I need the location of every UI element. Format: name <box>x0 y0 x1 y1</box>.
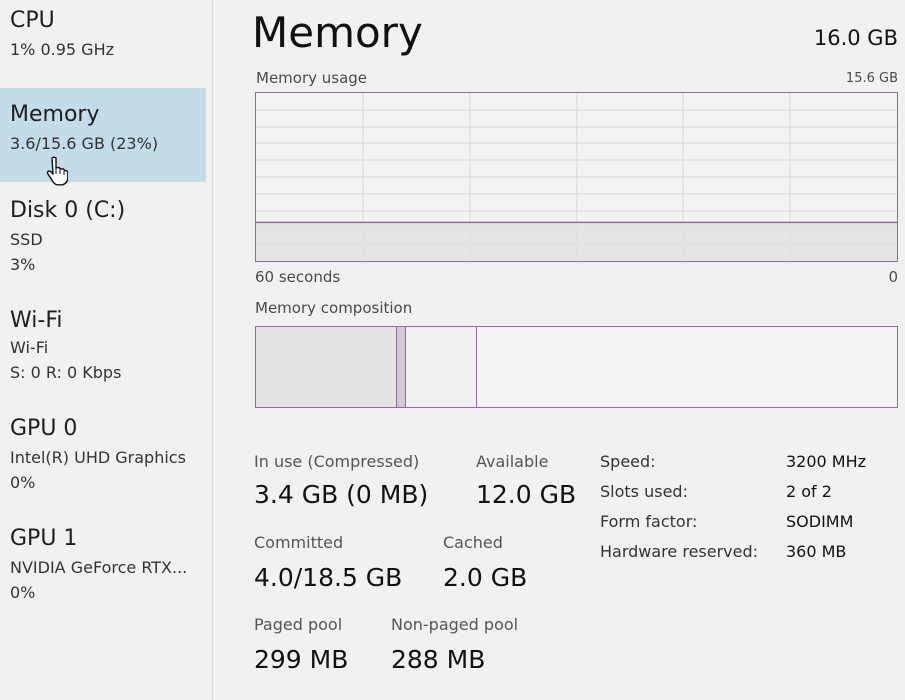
memory-usage-label: Memory usage <box>256 69 368 87</box>
spec-form-factor-value: SODIMM <box>786 512 854 531</box>
available-value: 12.0 GB <box>476 480 577 509</box>
sidebar-item-title: Memory <box>10 102 100 127</box>
non-paged-pool-label: Non-paged pool <box>391 615 519 634</box>
sidebar-item-title: CPU <box>10 8 55 33</box>
spec-slots-key: Slots used: <box>600 482 688 501</box>
total-memory: 16.0 GB <box>813 26 898 50</box>
hand-cursor-icon <box>46 156 68 186</box>
non-paged-pool-value: 288 MB <box>391 645 486 674</box>
composition-segment-in-use[interactable] <box>256 327 397 407</box>
memory-usage-graph <box>255 92 898 262</box>
sidebar-item-detail: Wi-Fi <box>10 338 49 357</box>
sidebar-item-gpu1[interactable]: GPU 1 NVIDIA GeForce RTX... 0% <box>0 518 206 618</box>
spec-form-factor-key: Form factor: <box>600 512 698 531</box>
memory-usage-max: 15.6 GB <box>845 71 898 86</box>
sidebar-item-detail: S: 0 R: 0 Kbps <box>10 363 122 382</box>
sidebar-item-detail: 3.6/15.6 GB (23%) <box>10 134 159 153</box>
spec-speed-key: Speed: <box>600 452 656 471</box>
spec-hw-reserved-key: Hardware reserved: <box>600 542 759 561</box>
cached-label: Cached <box>443 533 503 552</box>
sidebar-item-detail: 3% <box>10 255 36 274</box>
sidebar-item-detail: SSD <box>10 230 43 249</box>
committed-value: 4.0/18.5 GB <box>254 563 403 592</box>
composition-segment-standby[interactable] <box>406 327 477 407</box>
paged-pool-label: Paged pool <box>254 615 343 634</box>
sidebar-item-detail: 0% <box>10 583 36 602</box>
sidebar-item-memory[interactable]: Memory 3.6/15.6 GB (23%) <box>0 88 206 182</box>
cached-value: 2.0 GB <box>443 563 528 592</box>
memory-composition-label: Memory composition <box>255 299 413 317</box>
spec-hw-reserved-value: 360 MB <box>786 542 847 561</box>
memory-usage-fill <box>256 222 897 261</box>
spec-speed-value: 3200 MHz <box>786 452 867 471</box>
sidebar-item-detail: 0% <box>10 473 36 492</box>
spec-slots-value: 2 of 2 <box>786 482 832 501</box>
composition-segment-modified[interactable] <box>397 327 406 407</box>
in-use-label: In use (Compressed) <box>254 452 420 471</box>
sidebar-item-title: Wi-Fi <box>10 308 63 333</box>
sidebar-item-detail: NVIDIA GeForce RTX... <box>10 558 188 577</box>
sidebar-item-cpu[interactable]: CPU 1% 0.95 GHz <box>0 0 206 86</box>
sidebar-item-gpu0[interactable]: GPU 0 Intel(R) UHD Graphics 0% <box>0 410 206 510</box>
sidebar-item-title: GPU 0 <box>10 416 78 441</box>
available-label: Available <box>476 452 549 471</box>
page-title: Memory <box>252 8 423 57</box>
sidebar-item-detail: Intel(R) UHD Graphics <box>10 448 186 467</box>
time-span-label: 60 seconds <box>255 268 341 286</box>
composition-segment-free[interactable] <box>477 327 897 407</box>
sidebar-item-title: Disk 0 (C:) <box>10 198 126 223</box>
paged-pool-value: 299 MB <box>254 645 349 674</box>
in-use-value: 3.4 GB (0 MB) <box>254 480 429 509</box>
sidebar: CPU 1% 0.95 GHz Memory 3.6/15.6 GB (23%)… <box>0 0 213 700</box>
sidebar-item-detail: 1% 0.95 GHz <box>10 40 115 59</box>
memory-usage-chart <box>256 93 897 261</box>
sidebar-item-disk[interactable]: Disk 0 (C:) SSD 3% <box>0 190 206 290</box>
zero-label: 0 <box>888 268 898 286</box>
memory-composition-bar <box>255 326 898 408</box>
sidebar-item-wifi[interactable]: Wi-Fi Wi-Fi S: 0 R: 0 Kbps <box>0 300 206 400</box>
sidebar-item-title: GPU 1 <box>10 526 78 551</box>
committed-label: Committed <box>254 533 344 552</box>
